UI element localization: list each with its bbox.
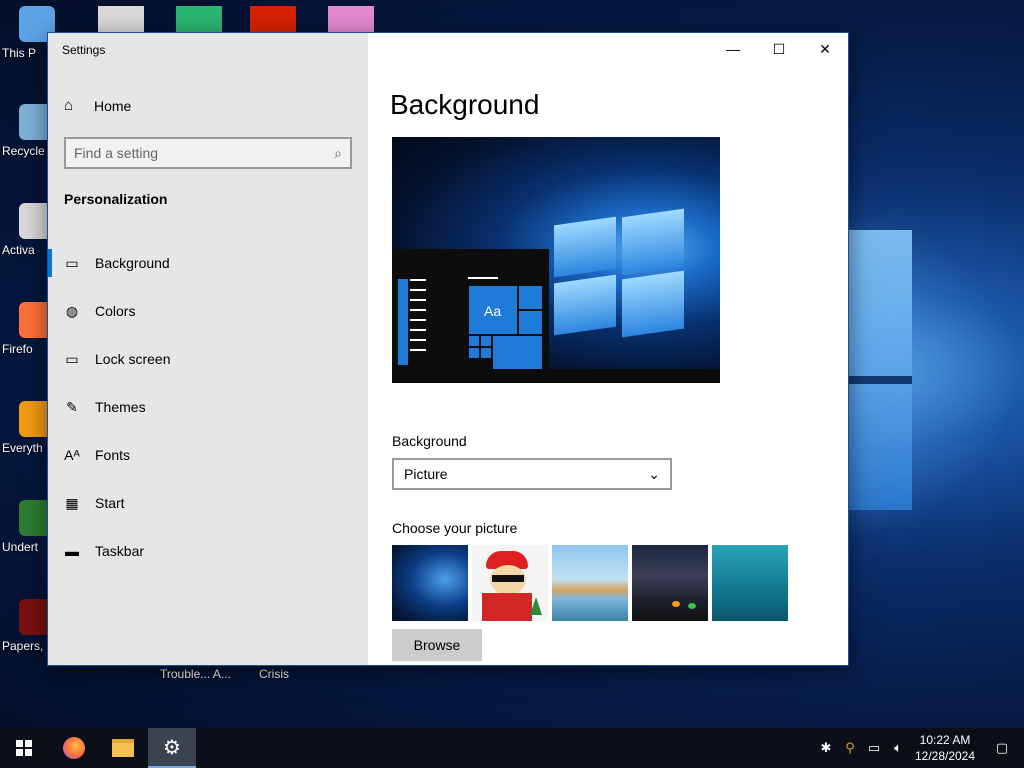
picture-thumb-windows[interactable]	[392, 545, 468, 621]
fonts-icon: Aᴬ	[64, 447, 80, 463]
home-icon: ⌂	[64, 97, 74, 114]
taskbar-icon: ▬	[65, 543, 79, 559]
sidebar-item-label: Colors	[95, 303, 136, 319]
sidebar-item-start[interactable]: ▦ Start	[48, 479, 368, 527]
sidebar-item-background[interactable]: ▭ Background	[48, 239, 368, 287]
sidebar-item-label: Fonts	[95, 447, 131, 463]
desktop-label-troubleshoot[interactable]: Trouble... A...	[160, 667, 231, 681]
background-type-value: Picture	[404, 466, 448, 482]
preview-taskbar	[392, 369, 720, 383]
system-tray: ✱ ⚲ ▭ 🔈︎ 10:22 AM 12/28/2024 ▢	[814, 728, 1024, 768]
start-icon: ▦	[65, 494, 79, 511]
image-icon: ▭	[65, 254, 79, 271]
search-placeholder: Find a setting	[74, 145, 159, 161]
windows-logo-wallpaper	[848, 230, 912, 510]
preview-windows-logo	[554, 208, 684, 338]
sidebar-item-lock-screen[interactable]: ▭ Lock screen	[48, 335, 368, 383]
network-icon[interactable]: ▭	[862, 740, 886, 756]
tray-app-icon[interactable]: ✱	[814, 740, 838, 756]
firefox-taskbar-button[interactable]	[50, 728, 98, 768]
minimize-button[interactable]: —	[710, 33, 756, 65]
folder-icon	[112, 739, 134, 757]
sidebar-item-label: Lock screen	[95, 351, 171, 367]
clock[interactable]: 10:22 AM 12/28/2024	[910, 732, 980, 764]
background-preview: Aa	[392, 137, 720, 383]
sidebar-item-fonts[interactable]: Aᴬ Fonts	[48, 431, 368, 479]
tray-search-app-icon[interactable]: ⚲	[838, 740, 862, 756]
lock-screen-icon: ▭	[65, 350, 79, 367]
gear-icon: ⚙	[163, 736, 181, 759]
window-title: Settings	[62, 43, 106, 57]
sidebar-item-label: Taskbar	[95, 543, 145, 559]
section-title: Personalization	[64, 191, 168, 207]
close-button[interactable]: ✕	[802, 33, 848, 65]
home-label: Home	[94, 97, 132, 114]
picture-thumb-night-sky[interactable]	[632, 545, 708, 621]
clock-date: 12/28/2024	[914, 749, 976, 763]
background-type-label: Background	[392, 433, 467, 449]
window-controls: — ☐ ✕	[710, 33, 848, 65]
sidebar-item-themes[interactable]: ✎ Themes	[48, 383, 368, 431]
settings-sidebar: Settings ⌂ Home Find a setting ⌕ Persona…	[48, 33, 368, 665]
desktop-icon-top[interactable]	[98, 6, 144, 36]
taskbar: ⚙ ✱ ⚲ ▭ 🔈︎ 10:22 AM 12/28/2024 ▢	[0, 728, 1024, 768]
desktop-icon-top[interactable]	[328, 6, 374, 36]
windows-start-icon	[16, 740, 32, 756]
picture-thumb-cartoon[interactable]	[472, 545, 548, 621]
search-field[interactable]: Find a setting ⌕	[64, 137, 352, 169]
sidebar-item-colors[interactable]: ◍ Colors	[48, 287, 368, 335]
maximize-button[interactable]: ☐	[756, 33, 802, 65]
sidebar-item-label: Themes	[95, 399, 146, 415]
browse-button[interactable]: Browse	[392, 629, 482, 661]
themes-icon: ✎	[66, 398, 78, 415]
search-icon: ⌕	[334, 144, 342, 161]
home-link[interactable]: ⌂ Home	[64, 97, 131, 114]
sidebar-item-label: Background	[95, 255, 170, 271]
picture-thumb-underwater[interactable]	[712, 545, 788, 621]
sidebar-item-label: Start	[95, 495, 125, 511]
desktop-label-crisis[interactable]: Crisis	[259, 667, 289, 681]
settings-window: Settings ⌂ Home Find a setting ⌕ Persona…	[48, 33, 848, 665]
preview-sample-text: Aa	[484, 303, 502, 319]
main-content: — ☐ ✕ Background Aa Background Picture ⌄…	[368, 33, 848, 665]
desktop-icon-top[interactable]	[250, 6, 296, 36]
notifications-icon[interactable]: ▢	[980, 740, 1024, 756]
start-button[interactable]	[0, 728, 48, 768]
sidebar-item-taskbar[interactable]: ▬ Taskbar	[48, 527, 368, 575]
page-title: Background	[390, 89, 540, 120]
sidebar-nav: ▭ Background ◍ Colors ▭ Lock screen ✎ Themes Aᴬ F…	[48, 239, 368, 575]
picture-thumbnails	[392, 545, 792, 621]
chevron-down-icon: ⌄	[648, 465, 660, 482]
choose-picture-label: Choose your picture	[392, 520, 518, 536]
file-explorer-taskbar-button[interactable]	[99, 728, 147, 768]
firefox-icon	[63, 737, 85, 759]
picture-thumb-beach[interactable]	[552, 545, 628, 621]
clock-time: 10:22 AM	[919, 733, 971, 747]
background-type-dropdown[interactable]: Picture ⌄	[392, 458, 672, 490]
preview-start-menu	[392, 249, 549, 371]
palette-icon: ◍	[65, 302, 79, 319]
volume-icon[interactable]: 🔈︎	[886, 740, 910, 756]
desktop-icon-top[interactable]	[176, 6, 222, 36]
settings-taskbar-button[interactable]: ⚙	[148, 728, 196, 768]
